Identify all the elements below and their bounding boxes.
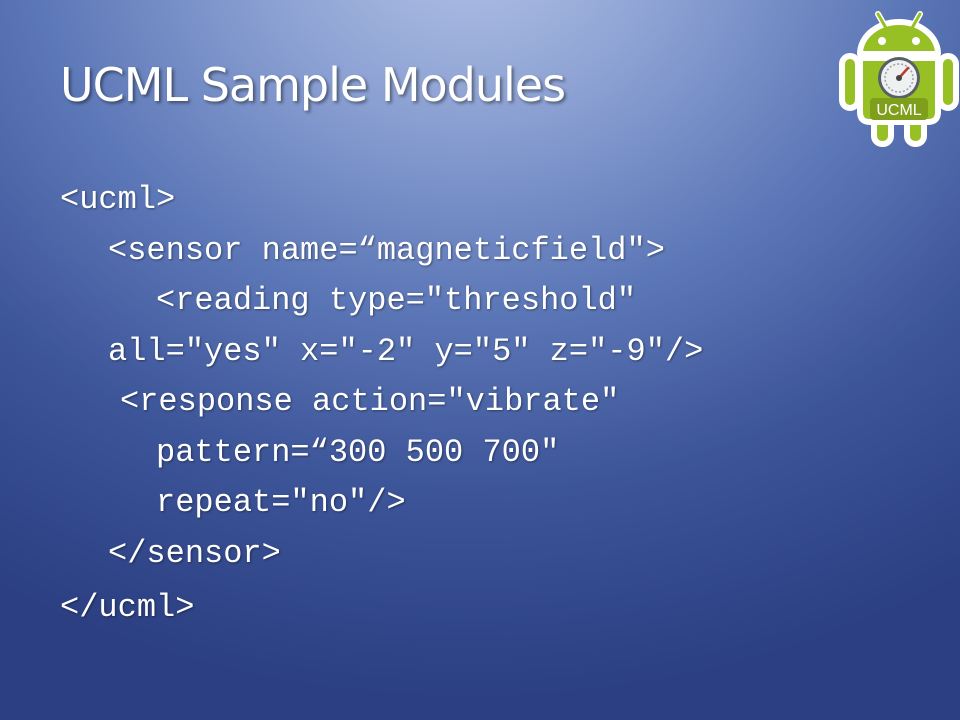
code-line: repeat="no"/>	[156, 484, 406, 521]
code-sample: <ucml> <sensor name=“magneticfield"> <re…	[0, 0, 960, 720]
code-line: <response action="vibrate"	[120, 383, 620, 420]
code-line: <sensor name=“magneticfield">	[108, 232, 665, 269]
code-line: <ucml>	[60, 181, 176, 218]
code-line: pattern=“300 500 700"	[156, 434, 560, 471]
code-line: <reading type="threshold"	[156, 282, 637, 319]
code-line: </ucml>	[60, 589, 195, 626]
code-line: </sensor>	[108, 535, 281, 572]
code-line: all="yes" x="-2" y="5" z="-9"/>	[108, 333, 704, 370]
